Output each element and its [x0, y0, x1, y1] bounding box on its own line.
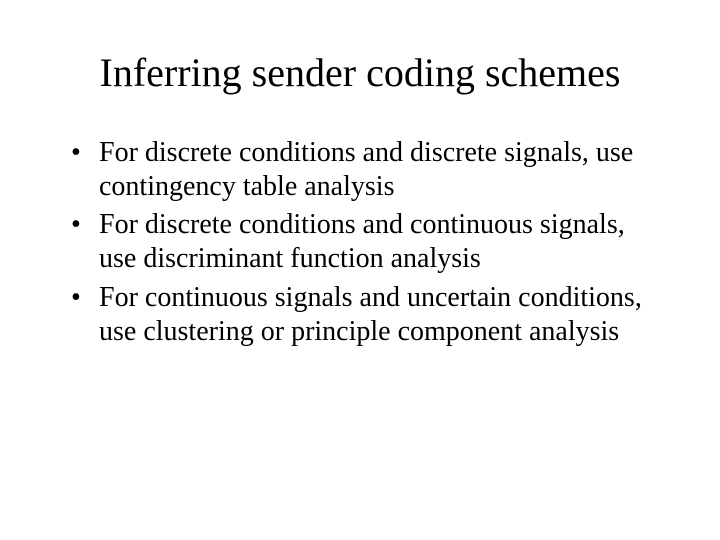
list-item: For discrete conditions and continuous s…	[65, 208, 665, 276]
slide: Inferring sender coding schemes For disc…	[0, 0, 720, 540]
bullet-list: For discrete conditions and discrete sig…	[55, 136, 665, 349]
list-item: For discrete conditions and discrete sig…	[65, 136, 665, 204]
list-item: For continuous signals and uncertain con…	[65, 281, 665, 349]
bullet-text: For discrete conditions and discrete sig…	[99, 137, 633, 202]
slide-title: Inferring sender coding schemes	[55, 50, 665, 96]
bullet-text: For continuous signals and uncertain con…	[99, 282, 642, 347]
bullet-text: For discrete conditions and continuous s…	[99, 209, 625, 274]
